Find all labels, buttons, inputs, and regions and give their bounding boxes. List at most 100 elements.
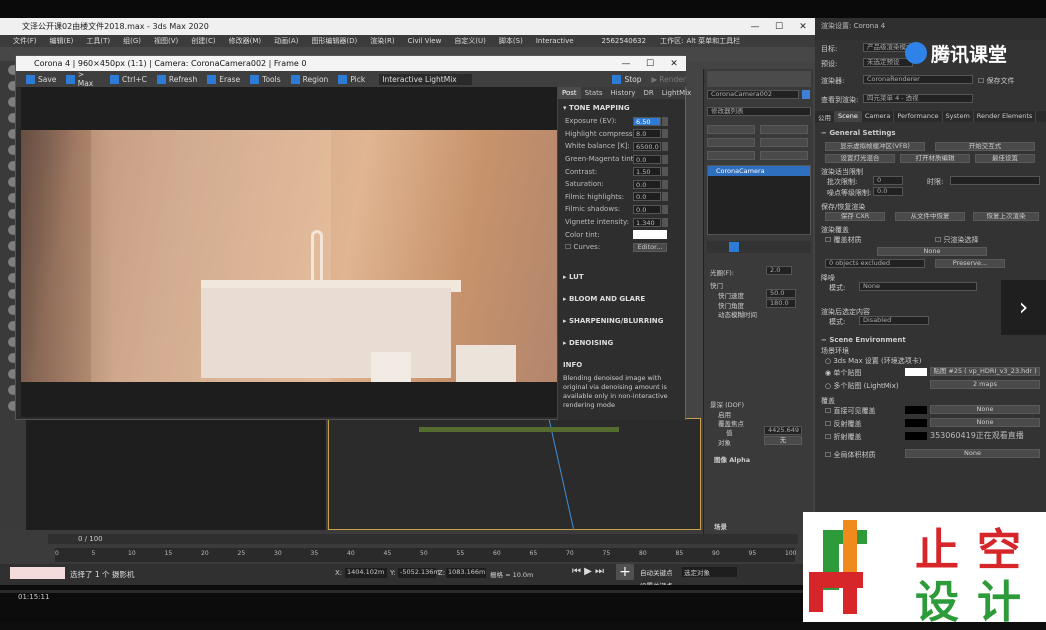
video-progress[interactable] [0, 590, 803, 593]
denoise-mode-select[interactable]: None [859, 282, 977, 291]
menu-rendering[interactable]: 渲染(R) [370, 36, 394, 46]
cmd-button[interactable] [707, 138, 755, 147]
workspace-select[interactable]: Alt 菜单和工具栏 [686, 36, 740, 46]
render-selected-checkbox[interactable]: ☐ 只渲染选择 [935, 235, 979, 245]
spinner-icon[interactable] [662, 204, 668, 214]
shutter-angle-field[interactable]: 180.0 [766, 299, 796, 308]
vfb-minimize-icon[interactable]: — [614, 59, 638, 69]
vfb-maximize-icon[interactable]: ☐ [638, 59, 662, 69]
tab-common[interactable]: 公用 [815, 111, 835, 122]
viewport-camera[interactable] [26, 418, 326, 530]
multi-map-button[interactable]: 2 maps [930, 380, 1040, 389]
env-rollout[interactable]: 场景 [714, 521, 727, 531]
maxscript-listener[interactable] [10, 567, 65, 579]
menu-views[interactable]: 视图(V) [154, 36, 178, 46]
curves-editor-button[interactable]: Editor... [633, 242, 667, 252]
menu-tools[interactable]: 工具(T) [86, 36, 110, 46]
refresh-button[interactable]: Refresh [156, 74, 197, 84]
override-material-checkbox[interactable]: ☐ 覆盖材质 [825, 235, 862, 245]
command-panel-tabs[interactable] [707, 71, 811, 87]
stop-button[interactable]: Stop [612, 74, 642, 84]
tab-camera[interactable]: Camera [862, 111, 895, 122]
single-map-radio[interactable]: ◉ 单个贴图 [825, 368, 861, 378]
spinner-icon[interactable] [662, 129, 668, 139]
direct-visibility-color[interactable] [905, 406, 927, 414]
selected-object-select[interactable]: 选定对象 [682, 567, 737, 577]
tab-lightmix[interactable]: LightMix [658, 87, 696, 99]
menu-edit[interactable]: 编辑(E) [50, 36, 74, 46]
menu-animation[interactable]: 动画(A) [274, 36, 298, 46]
pass-limit-field[interactable]: 0 [873, 176, 903, 185]
best-settings-button[interactable]: 最佳设置 [975, 154, 1035, 163]
user-account[interactable]: 2562540632 [602, 37, 647, 45]
save-file-checkbox[interactable]: ☐ 保存文件 [978, 76, 1015, 86]
save-cxr-button[interactable]: 保存 CXR [825, 212, 885, 221]
spinner-icon[interactable] [662, 154, 668, 164]
preserve-button[interactable]: Preserve... [935, 259, 1005, 268]
pick-button[interactable]: Pick [338, 74, 365, 84]
spinner-icon[interactable] [662, 192, 668, 202]
tab-performance[interactable]: Performance [894, 111, 943, 122]
denoise-header[interactable]: ▸ DENOISING [558, 334, 685, 350]
spinner-icon[interactable] [662, 217, 668, 227]
reflect-checkbox[interactable]: ☐ 反射覆盖 [825, 419, 862, 429]
focus-value-field[interactable]: 4425.649 [764, 426, 802, 435]
spinner-icon[interactable] [662, 116, 668, 126]
filmic-shadows-field[interactable]: 0.0 [633, 204, 661, 214]
tab-stats[interactable]: Stats [581, 87, 607, 99]
excluded-list[interactable]: 0 objects excluded [825, 259, 925, 268]
close-icon[interactable]: ✕ [791, 22, 815, 32]
lut-header[interactable]: ▸ LUT [558, 268, 685, 284]
save-button[interactable]: Save [26, 74, 56, 84]
reflect-map[interactable]: None [930, 418, 1040, 427]
bloom-header[interactable]: ▸ BLOOM AND GLARE [558, 290, 685, 306]
max-env-radio[interactable]: ○ 3ds Max 设置 (环境选项卡) [825, 356, 922, 366]
vfb-close-icon[interactable]: ✕ [662, 59, 686, 69]
color-tint-swatch[interactable] [633, 230, 667, 240]
image-alpha-rollout[interactable]: 图像 Alpha [714, 454, 750, 464]
general-settings-rollout[interactable]: − General Settings [821, 129, 896, 137]
cmd-button[interactable] [707, 151, 755, 160]
object-name-field[interactable]: CoronaCamera002 [707, 90, 799, 99]
object-color-swatch[interactable] [802, 90, 810, 99]
direct-visibility-map[interactable]: None [930, 405, 1040, 414]
noise-limit-field[interactable]: 0.0 [873, 187, 903, 196]
cmd-button[interactable] [760, 125, 808, 134]
autokey-button[interactable]: 自动关键点 [640, 567, 673, 577]
coord-x[interactable]: 1404.102m [345, 568, 387, 578]
tone-mapping-header[interactable]: ▾ TONE MAPPING [558, 99, 685, 115]
global-volume-checkbox[interactable]: ☐ 全局体积材质 [825, 450, 876, 460]
tab-post[interactable]: Post [558, 87, 581, 99]
direct-visibility-checkbox[interactable]: ☐ 直接可见覆盖 [825, 406, 876, 416]
region-button[interactable]: Region [290, 74, 328, 84]
menu-file[interactable]: 文件(F) [13, 36, 37, 46]
tab-system[interactable]: System [943, 111, 974, 122]
spinner-icon[interactable] [662, 167, 668, 177]
vfb-scrollbar[interactable] [685, 87, 686, 420]
filmic-highlights-field[interactable]: 0.0 [633, 192, 661, 202]
contrast-field[interactable]: 1.50 [633, 167, 661, 177]
menu-graph-editors[interactable]: 图形编辑器(D) [311, 36, 357, 46]
fov-field[interactable]: 2.0 [766, 266, 792, 275]
cmd-button[interactable] [760, 151, 808, 160]
modifier-stack-item[interactable]: CoronaCamera [708, 166, 810, 176]
to-max-button[interactable]: > Max [66, 70, 100, 88]
menu-modifiers[interactable]: 修改器(M) [229, 36, 262, 46]
resume-file-button[interactable]: 从文件中恢复 [895, 212, 965, 221]
copy-button[interactable]: Ctrl+C [110, 74, 147, 84]
render-image[interactable] [21, 130, 558, 382]
focus-target-button[interactable]: 无 [764, 436, 802, 445]
track-bar[interactable]: 0 5 10 15 20 25 30 35 40 45 50 55 60 65 70 75 80 85 90 95 10… [55, 548, 796, 562]
modifier-stack[interactable]: CoronaCamera [707, 165, 811, 235]
spinner-icon[interactable] [662, 179, 668, 189]
refract-color[interactable] [905, 432, 927, 440]
render-selected-mode-select[interactable]: Disabled [859, 316, 929, 325]
override-material-slot[interactable]: None [877, 247, 987, 256]
play-icon[interactable]: ⏮ ▶ ⏭ [572, 566, 604, 577]
pin-icon[interactable] [729, 242, 739, 252]
time-slider[interactable]: 0 / 100 [48, 534, 798, 544]
lightmix-setup-button[interactable]: 设置灯光混合 [825, 154, 895, 163]
coord-z[interactable]: 1083.166m [446, 568, 486, 578]
time-limit-field[interactable] [950, 176, 1040, 185]
start-interactive-button[interactable]: 开始交互式 [935, 142, 1035, 151]
